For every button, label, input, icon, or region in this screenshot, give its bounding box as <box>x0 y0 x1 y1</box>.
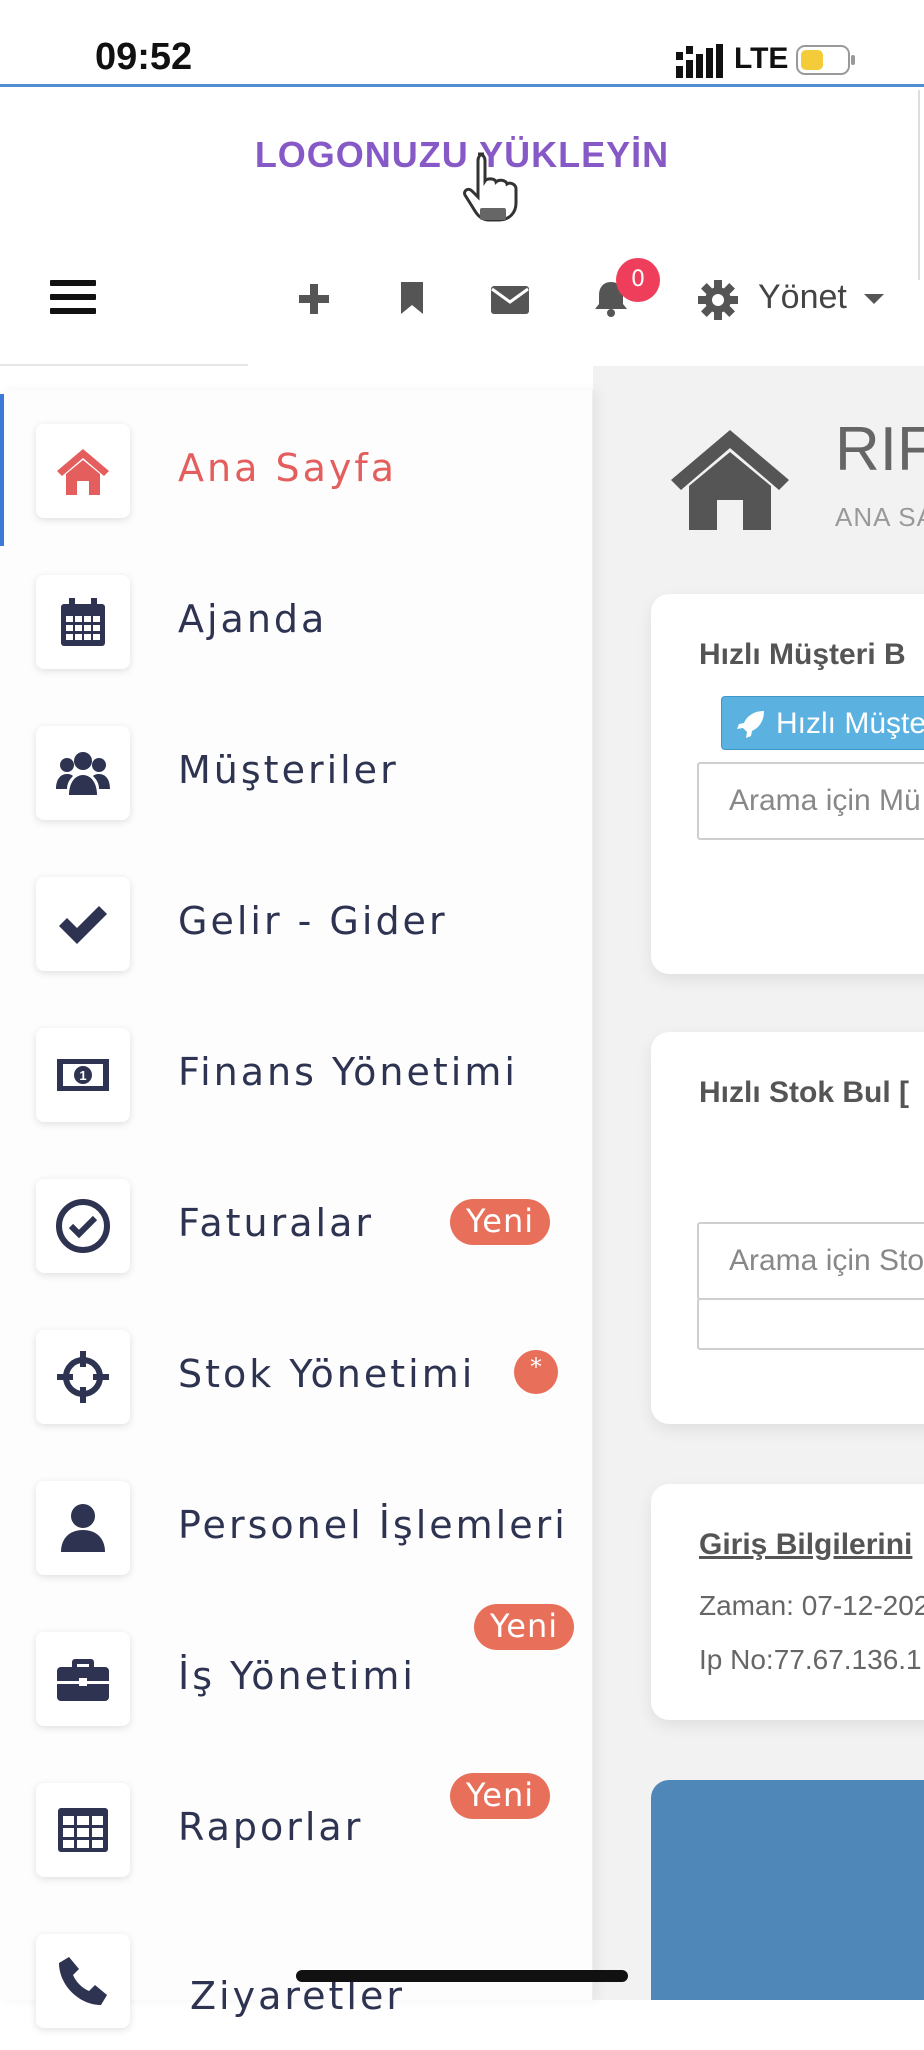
home-icon <box>36 424 130 518</box>
user-icon <box>36 1481 130 1575</box>
sidebar-item-jobs[interactable]: İş Yönetimi Yeni <box>0 1598 592 1748</box>
new-badge: Yeni <box>474 1604 575 1650</box>
nav-divider <box>0 364 248 366</box>
sidebar-item-finance[interactable]: 1 Finans Yönetimi <box>0 994 592 1144</box>
check-icon <box>36 877 130 971</box>
sidebar-item-label: Gelir - Gider <box>178 899 448 943</box>
card-title: Hızlı Stok Bul [ <box>699 1076 909 1109</box>
users-icon <box>36 726 130 820</box>
money-bill-icon: 1 <box>36 1028 130 1122</box>
svg-text:1: 1 <box>79 1068 86 1083</box>
calendar-icon <box>36 575 130 669</box>
sidebar-item-label: İş Yönetimi <box>178 1654 416 1698</box>
update-badge: * <box>514 1350 558 1394</box>
sidebar-item-label: Müşteriler <box>178 748 399 792</box>
home-icon <box>671 430 789 530</box>
sidebar-item-label: Finans Yönetimi <box>178 1050 518 1094</box>
chevron-down-icon <box>864 294 884 304</box>
manage-dropdown[interactable]: Yönet <box>758 278 847 317</box>
login-time: Zaman: 07-12-202 <box>699 1590 924 1621</box>
plus-icon[interactable] <box>296 281 332 317</box>
new-badge: Yeni <box>450 1773 551 1819</box>
menu-toggle-button[interactable] <box>50 280 96 318</box>
sidebar-item-staff[interactable]: Personel İşlemleri <box>0 1447 592 1597</box>
sidebar-item-label: Ajanda <box>178 597 328 641</box>
hand-cursor-icon <box>463 152 518 222</box>
login-info-link[interactable]: Giriş Bilgilerini <box>699 1528 912 1562</box>
login-ip: Ip No:77.67.136.1 <box>699 1644 922 1675</box>
logo-text-a: LOGONUZU <box>254 134 480 175</box>
check-circle-icon <box>36 1179 130 1273</box>
gear-icon[interactable] <box>698 280 738 320</box>
page-title: RIF <box>835 415 924 484</box>
sidebar-item-reports[interactable]: Raporlar Yeni <box>0 1749 592 1899</box>
sidebar-item-label: Faturalar <box>178 1201 375 1245</box>
sidebar-item-income-expense[interactable]: Gelir - Gider <box>0 843 592 993</box>
login-info-card: Giriş Bilgilerini Zaman: 07-12-202 Ip No… <box>651 1484 924 1720</box>
briefcase-icon <box>36 1632 130 1726</box>
rocket-icon <box>737 711 764 738</box>
status-divider <box>0 84 924 87</box>
notification-badge: 0 <box>616 258 660 302</box>
bookmark-icon[interactable] <box>394 280 430 316</box>
card-title: Hızlı Müşteri B <box>699 638 906 671</box>
sidebar-item-label: Stok Yönetimi <box>178 1352 476 1396</box>
summary-card <box>651 1780 924 2000</box>
sidebar-item-home[interactable]: Ana Sayfa <box>0 390 592 540</box>
quick-stock-card: Hızlı Stok Bul [ Arama için Sto <box>651 1032 924 1424</box>
sidebar-item-label: Raporlar <box>178 1805 364 1849</box>
stock-search-input[interactable]: Arama için Sto <box>697 1222 924 1300</box>
header-edge <box>918 90 924 280</box>
status-time: 09:52 <box>95 36 193 78</box>
sidebar-item-invoices[interactable]: Faturalar Yeni <box>0 1145 592 1295</box>
sidebar-item-stock[interactable]: Stok Yönetimi * <box>0 1296 592 1446</box>
sidebar-item-customers[interactable]: Müşteriler <box>0 692 592 842</box>
home-indicator <box>296 1970 628 1982</box>
new-badge: Yeni <box>450 1199 551 1245</box>
network-label: LTE <box>734 42 789 75</box>
stock-results-box <box>697 1298 924 1350</box>
sidebar-item-agenda[interactable]: Ajanda <box>0 541 592 691</box>
sidebar: Ana Sayfa Ajanda Müşteriler Gelir - Gide… <box>0 390 593 2028</box>
crosshairs-icon <box>36 1330 130 1424</box>
sidebar-item-label: Ana Sayfa <box>178 446 398 490</box>
signal-icon <box>676 44 723 78</box>
quick-customer-button-label: Hızlı Müşte <box>776 707 924 740</box>
envelope-icon[interactable] <box>490 282 530 318</box>
breadcrumb: ANA SA <box>835 502 924 532</box>
sidebar-item-label: Personel İşlemleri <box>178 1503 568 1547</box>
quick-customer-card: Hızlı Müşteri B Hızlı Müşte Arama için M… <box>651 594 924 974</box>
battery-icon <box>796 45 855 75</box>
phone-icon <box>36 1934 130 2028</box>
quick-customer-button[interactable]: Hızlı Müşte <box>721 696 924 750</box>
status-bar: 09:52 LTE <box>0 0 924 84</box>
main-content: RIF ANA SA Hızlı Müşteri B Hızlı Müşte A… <box>593 366 924 2000</box>
customer-search-input[interactable]: Arama için Mü <box>697 762 924 840</box>
table-icon <box>36 1783 130 1877</box>
